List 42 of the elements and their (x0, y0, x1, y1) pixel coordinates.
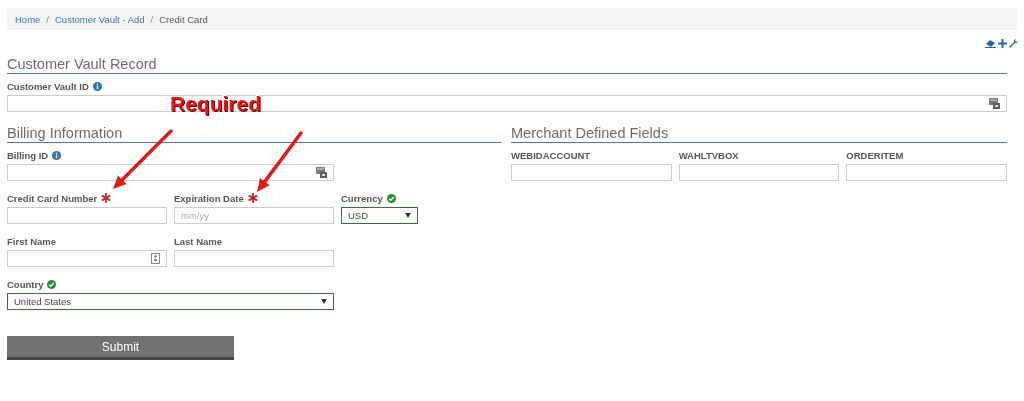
info-icon[interactable] (52, 150, 62, 160)
annotation-text: Required (170, 92, 261, 116)
breadcrumb-link[interactable]: Home (15, 13, 41, 25)
breadcrumb-link[interactable]: Customer Vault - Add (55, 13, 145, 25)
select-field[interactable]: USD (341, 207, 418, 224)
annotation-arrow (257, 131, 303, 192)
caret-icon (321, 299, 327, 304)
plus-icon[interactable] (998, 38, 1007, 48)
caret-icon (405, 213, 411, 218)
input-field[interactable] (7, 207, 167, 224)
field-label: Customer Vault ID (7, 80, 89, 92)
field-label: WAHLTVBOX (678, 149, 739, 161)
eraser-icon[interactable] (985, 38, 996, 48)
field-label: Last Name (174, 235, 223, 247)
wrench-icon[interactable] (1009, 38, 1018, 48)
field-label: ORDERITEM (846, 149, 904, 161)
select-field[interactable]: United States (7, 293, 334, 310)
section-heading: Customer Vault Record (7, 56, 1007, 74)
input-field[interactable] (846, 164, 1007, 181)
input-field[interactable] (7, 164, 334, 181)
field-label: Expiration Date (174, 192, 244, 204)
input-field[interactable] (174, 250, 334, 267)
field-label: Credit Card Number (7, 192, 98, 204)
submit-button[interactable]: Submit (7, 336, 234, 360)
field-label: Country (7, 278, 44, 290)
card-lookup-icon[interactable] (989, 98, 1000, 109)
breadcrumb-separator: / (150, 13, 154, 25)
input-field[interactable] (7, 250, 167, 267)
field-label: Currency (341, 192, 383, 204)
card-lookup-icon[interactable] (316, 167, 327, 178)
section-heading: Merchant Defined Fields (511, 125, 1007, 143)
field-label: Billing ID (7, 149, 49, 161)
input-field[interactable]: mm/yy (174, 207, 334, 224)
section-heading: Billing Information (7, 125, 502, 143)
input-field[interactable] (511, 164, 672, 181)
input-field[interactable] (678, 164, 840, 181)
breadcrumb-separator: / (46, 13, 49, 25)
field-label: First Name (7, 235, 57, 247)
info-icon[interactable] (92, 81, 102, 91)
breadcrumb-current: Credit Card (159, 13, 208, 25)
contact-card-icon[interactable] (151, 253, 160, 264)
field-label: WEBIDACCOUNT (511, 149, 591, 161)
